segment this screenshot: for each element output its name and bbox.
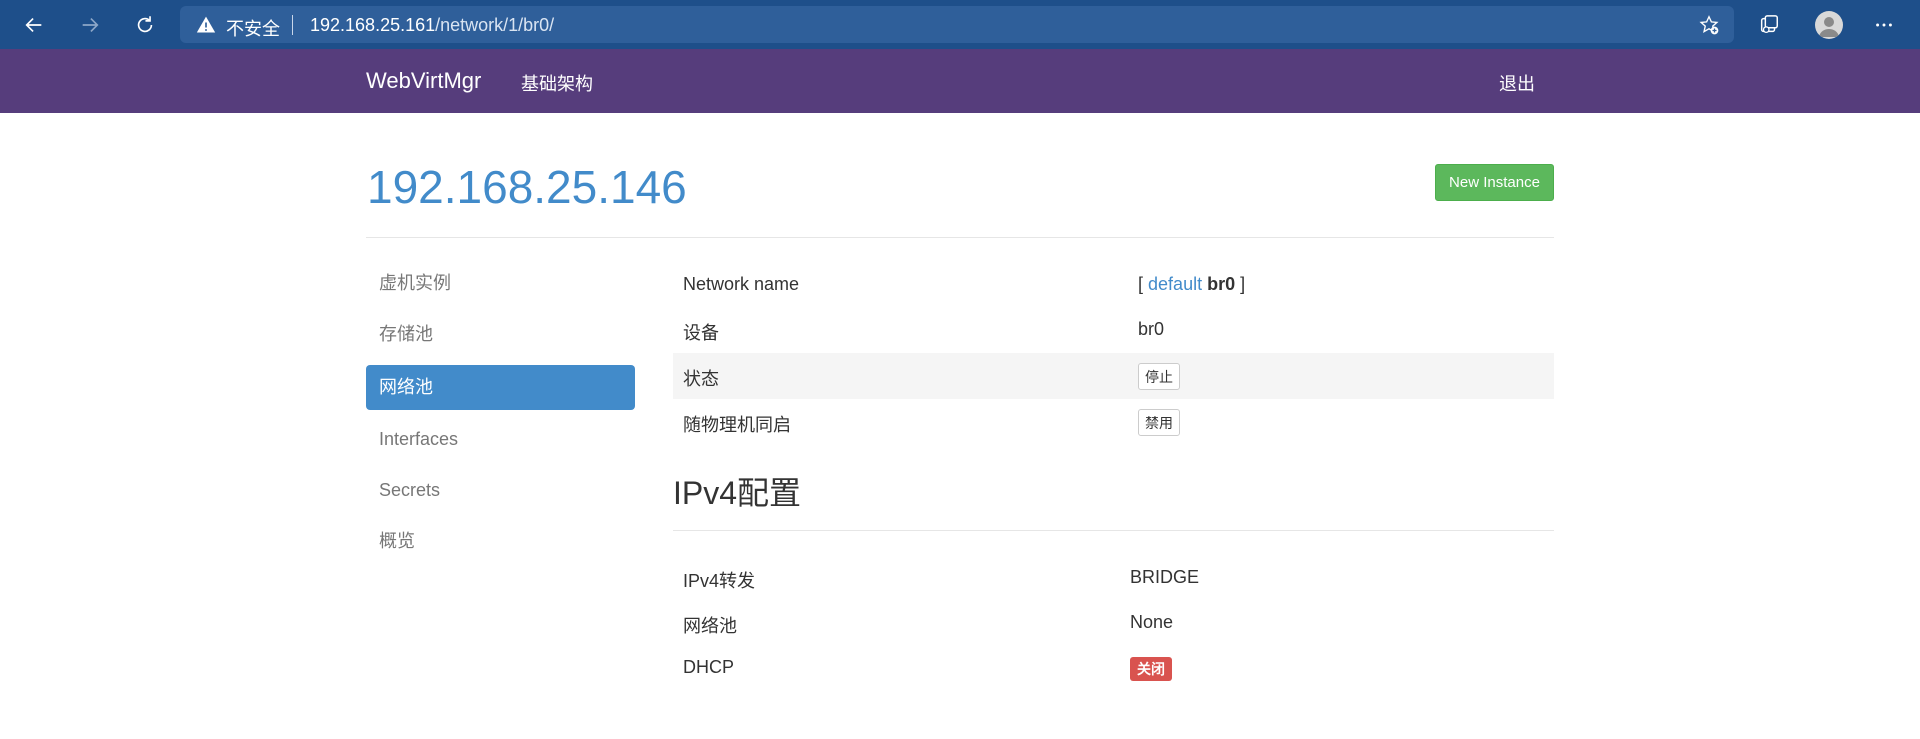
url-text[interactable]: 192.168.25.161/network/1/br0/: [310, 15, 554, 36]
profile-avatar-icon[interactable]: [1815, 11, 1843, 39]
address-divider: [292, 15, 293, 35]
refresh-icon: [137, 16, 153, 33]
refresh-button[interactable]: [127, 7, 163, 43]
url-path: /network/1/br0/: [435, 15, 555, 35]
favorites-star-icon[interactable]: [1698, 14, 1720, 36]
ipv4-pool-label: 网络池: [683, 616, 737, 636]
device-value: br0: [1138, 319, 1165, 339]
bracket-open: [: [1138, 274, 1144, 294]
table-row-dhcp: DHCP 关闭: [673, 645, 1554, 691]
more-menu-icon: [1876, 23, 1892, 27]
stop-button[interactable]: 停止: [1138, 363, 1180, 390]
header-divider: [366, 237, 1554, 238]
brand-link[interactable]: WebVirtMgr: [366, 68, 481, 94]
sidebar-item-instances[interactable]: 虚机实例: [366, 261, 635, 306]
page-title: 192.168.25.146: [367, 161, 687, 213]
sidebar-item-label: 网络池: [379, 377, 433, 397]
network-bridge-name: br0: [1207, 274, 1236, 294]
url-host: 192.168.25.161: [310, 15, 436, 35]
forward-button[interactable]: [72, 7, 108, 43]
network-name-value: [ default br0 ]: [1138, 274, 1245, 295]
autostart-label: 随物理机同启: [683, 415, 791, 435]
sidebar-item-label: 概览: [379, 531, 415, 551]
ipv4-section-title: IPv4配置: [673, 475, 802, 511]
sidebar-item-label: Secrets: [379, 480, 441, 500]
sidebar-item-interfaces[interactable]: Interfaces: [366, 417, 635, 462]
nav-infrastructure-link[interactable]: 基础架构: [521, 70, 593, 96]
sidebar-item-network[interactable]: 网络池: [366, 365, 635, 410]
table-row-ipv4-forward: IPv4转发 BRIDGE: [673, 555, 1554, 601]
network-name-label: Network name: [683, 274, 800, 294]
forward-icon: [82, 17, 99, 33]
status-label: 状态: [683, 369, 719, 389]
new-instance-button[interactable]: New Instance: [1435, 164, 1554, 201]
table-row-autostart: 随物理机同启 禁用: [673, 399, 1554, 445]
sidebar-item-label: 存储池: [379, 324, 433, 344]
ipv4-forward-value: BRIDGE: [1130, 567, 1200, 587]
table-row-status: 状态 停止: [673, 353, 1554, 399]
sidebar-item-storage[interactable]: 存储池: [366, 312, 635, 357]
collections-button[interactable]: [1753, 9, 1785, 41]
not-secure-label[interactable]: 不安全: [226, 15, 280, 41]
dhcp-status-badge: 关闭: [1130, 657, 1172, 681]
sidebar-item-label: Interfaces: [379, 429, 459, 449]
sidebar-item-label: 虚机实例: [379, 273, 451, 293]
sidebar-item-secrets[interactable]: Secrets: [366, 468, 635, 513]
collections-icon: [1760, 15, 1778, 33]
dhcp-label: DHCP: [683, 657, 735, 677]
table-row-device: 设备 br0: [673, 307, 1554, 353]
network-default-link[interactable]: default: [1148, 274, 1202, 294]
sidebar-item-overview[interactable]: 概览: [366, 519, 635, 564]
back-button[interactable]: [16, 7, 52, 43]
ipv4-forward-label: IPv4转发: [683, 571, 756, 591]
back-icon: [25, 17, 42, 33]
table-row-network-name: Network name [ default br0 ]: [673, 262, 1554, 308]
more-menu-button[interactable]: [1868, 9, 1900, 41]
device-label: 设备: [683, 323, 719, 343]
ipv4-pool-value: None: [1130, 612, 1174, 632]
logout-link[interactable]: 退出: [1499, 70, 1535, 96]
ipv4-section-divider: [673, 530, 1554, 531]
browser-toolbar: 不安全 192.168.25.161/network/1/br0/: [0, 0, 1920, 49]
bracket-close: ]: [1240, 274, 1246, 294]
app-navbar: WebVirtMgr 基础架构 退出: [0, 49, 1920, 113]
warning-icon: [196, 16, 216, 33]
address-bar[interactable]: 不安全 192.168.25.161/network/1/br0/: [180, 6, 1734, 43]
disable-autostart-button[interactable]: 禁用: [1138, 409, 1180, 436]
table-row-ipv4-pool: 网络池 None: [673, 600, 1554, 646]
